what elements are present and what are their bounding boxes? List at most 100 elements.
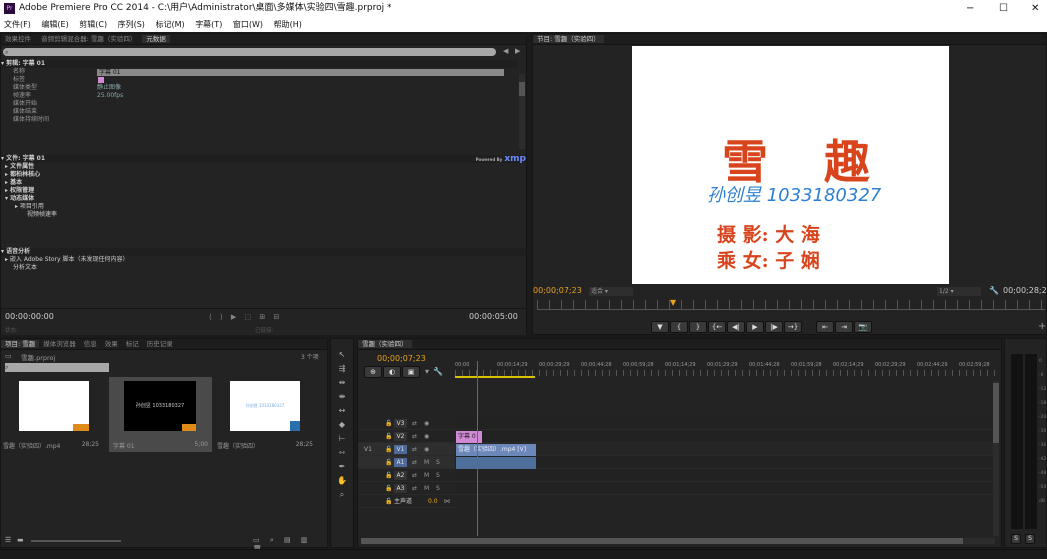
menu-file[interactable]: 文件(F) bbox=[4, 20, 31, 29]
source-controls[interactable]: ⟨ ⟩ ▶ ⬚ ⊞ ⊟ bbox=[209, 313, 282, 321]
project-tab-3[interactable]: 效果 bbox=[101, 340, 122, 348]
sync-icon[interactable]: ⇄ bbox=[412, 430, 417, 443]
add-button[interactable]: + bbox=[1038, 321, 1046, 332]
slip-tool-icon[interactable]: ⊢ bbox=[337, 433, 348, 444]
hand-tool-icon[interactable]: ✋ bbox=[337, 475, 348, 486]
minimize-button[interactable]: − bbox=[966, 0, 974, 17]
tab-metadata[interactable]: 元数据 bbox=[142, 35, 170, 43]
program-playhead[interactable]: ▼ bbox=[670, 298, 676, 307]
menu-title[interactable]: 字幕(T) bbox=[195, 20, 222, 29]
lock-icon[interactable]: 🔓 bbox=[385, 417, 392, 430]
program-timecode[interactable]: 00;00;07;23 bbox=[533, 286, 582, 295]
project-tab-1[interactable]: 媒体浏览器 bbox=[39, 340, 80, 348]
analysis-text-row[interactable]: 分析文本 bbox=[1, 264, 526, 272]
eye-icon[interactable]: ◉ bbox=[424, 443, 429, 456]
timeline-hscroll[interactable] bbox=[361, 538, 995, 544]
file-metadata-row[interactable]: ▸ 基本 bbox=[1, 179, 526, 187]
master-volume[interactable]: 0.0 bbox=[428, 495, 438, 508]
solo-button[interactable]: S bbox=[436, 456, 440, 469]
sync-icon[interactable]: ⇄ bbox=[412, 482, 417, 495]
fit-select[interactable]: 适合 ▾ bbox=[589, 287, 633, 296]
list-view-icon[interactable]: ☰ bbox=[5, 536, 11, 544]
go-in-button[interactable]: {← bbox=[708, 321, 726, 333]
mute-button[interactable]: M bbox=[424, 469, 429, 482]
rolling-edit-tool-icon[interactable]: ⇼ bbox=[337, 391, 348, 402]
lift-button[interactable]: ⇤ bbox=[816, 321, 834, 333]
metadata-scrollbar[interactable] bbox=[519, 74, 525, 149]
export-frame-button[interactable]: 📷 bbox=[854, 321, 872, 333]
eye-icon[interactable]: ◉ bbox=[424, 417, 429, 430]
sync-icon[interactable]: ⇄ bbox=[412, 417, 417, 430]
tab-effect-controls[interactable]: 效果控件 bbox=[1, 35, 35, 43]
wrench-icon[interactable]: 🔧 bbox=[989, 286, 999, 295]
sync-icon[interactable]: ⇄ bbox=[412, 469, 417, 482]
razor-tool-icon[interactable]: ◆ bbox=[337, 419, 348, 430]
ripple-edit-tool-icon[interactable]: ⇹ bbox=[337, 377, 348, 388]
tab-program[interactable]: 节目: 雪趣（实验四） bbox=[533, 35, 604, 43]
lock-icon[interactable]: 🔓 bbox=[385, 495, 392, 508]
solo-button[interactable]: S bbox=[436, 469, 440, 482]
solo-left-button[interactable]: S bbox=[1011, 534, 1021, 544]
project-tab-2[interactable]: 信息 bbox=[80, 340, 101, 348]
icon-view-icon[interactable]: ▬ bbox=[17, 536, 24, 544]
track-name[interactable]: V3 bbox=[394, 419, 407, 428]
track-lane-A2[interactable] bbox=[455, 469, 993, 482]
marker-button[interactable]: ▼ bbox=[651, 321, 669, 333]
timeline-timecode[interactable]: 00;00;07;23 bbox=[377, 354, 426, 363]
file-metadata-row[interactable]: ▸ 项目引用 bbox=[1, 203, 526, 211]
lock-icon[interactable]: 🔓 bbox=[385, 443, 392, 456]
file-metadata-row[interactable]: 视频帧速率 bbox=[1, 211, 526, 219]
lock-icon[interactable]: 🔓 bbox=[385, 469, 392, 482]
metadata-value[interactable]: 25.00fps bbox=[97, 92, 123, 100]
extract-button[interactable]: ⇥ bbox=[835, 321, 853, 333]
slide-tool-icon[interactable]: ⇿ bbox=[337, 447, 348, 458]
close-button[interactable]: ✕ bbox=[1031, 0, 1039, 17]
menu-marker[interactable]: 标记(M) bbox=[155, 20, 184, 29]
track-name[interactable]: A3 bbox=[394, 484, 407, 493]
eye-icon[interactable]: ◉ bbox=[424, 430, 429, 443]
project-item-2[interactable]: 孙创昱 1033180327 字幕 01 5;00 bbox=[109, 377, 212, 452]
tab-audio-clip-mixer[interactable]: 音频剪辑混合器: 雪趣（实验四） bbox=[37, 35, 140, 43]
add-marker-icon[interactable]: ▣ bbox=[402, 366, 420, 378]
file-section-header[interactable]: ▾ 文件: 字幕 01 Powered By xmp bbox=[1, 155, 526, 164]
project-item-1[interactable]: 雪趣（实验四）.mp4 28;25 bbox=[3, 377, 103, 452]
track-lane-A3[interactable] bbox=[455, 482, 993, 495]
clip-title-01[interactable]: 字幕 0 bbox=[456, 431, 482, 443]
menu-clip[interactable]: 剪辑(C) bbox=[79, 20, 107, 29]
lock-icon[interactable]: 🔓 bbox=[385, 482, 392, 495]
project-tab-5[interactable]: 历史记录 bbox=[143, 340, 177, 348]
rate-stretch-tool-icon[interactable]: ↔ bbox=[337, 405, 348, 416]
file-metadata-row[interactable]: ▸ 都柏林核心 bbox=[1, 171, 526, 179]
zoom-tool-icon[interactable]: ⌕ bbox=[337, 489, 348, 500]
next-arrow-icon[interactable]: ▶ bbox=[515, 47, 520, 55]
track-lane-V3[interactable] bbox=[455, 417, 993, 430]
timeline-ruler[interactable]: 00;00 00;00;14;29 00;00;29;29 00;00;44;28 00… bbox=[455, 361, 995, 377]
project-search-input[interactable]: ⌕ bbox=[5, 363, 109, 372]
project-tab-4[interactable]: 标记 bbox=[122, 340, 143, 348]
play-button[interactable]: ▶ bbox=[746, 321, 764, 333]
speech-section-header[interactable]: ▾ 语音分析 bbox=[1, 248, 526, 256]
timeline-vscroll[interactable] bbox=[993, 381, 999, 536]
file-metadata-row[interactable]: ▸ 权限管理 bbox=[1, 187, 526, 195]
clip-video-v1[interactable]: 雪趣（实验四）.mp4 [V] bbox=[456, 444, 536, 456]
menu-edit[interactable]: 编辑(E) bbox=[41, 20, 68, 29]
label-color-swatch[interactable] bbox=[98, 77, 104, 83]
program-mini-ruler[interactable] bbox=[537, 300, 1045, 310]
prev-arrow-icon[interactable]: ◀ bbox=[503, 47, 508, 55]
track-lane-V2[interactable] bbox=[455, 430, 993, 443]
mute-button[interactable]: M bbox=[424, 456, 429, 469]
file-metadata-row[interactable]: ▾ 动态媒体 bbox=[1, 195, 526, 203]
master-end-icon[interactable]: ⋈ bbox=[444, 495, 450, 508]
sync-icon[interactable]: ⇄ bbox=[412, 443, 417, 456]
selection-tool-icon[interactable]: ↖ bbox=[337, 349, 348, 360]
file-metadata-row[interactable]: ▸ 文件属性 bbox=[1, 163, 526, 171]
track-name[interactable]: A2 bbox=[394, 471, 407, 480]
in-button[interactable]: { bbox=[670, 321, 688, 333]
track-name[interactable]: V1 bbox=[394, 445, 407, 454]
timeline-playhead[interactable] bbox=[477, 361, 478, 536]
track-name[interactable]: V2 bbox=[394, 432, 407, 441]
marker-icon[interactable]: ▾ bbox=[421, 367, 433, 376]
solo-button[interactable]: S bbox=[436, 482, 440, 495]
source-patch[interactable]: V1 bbox=[364, 443, 372, 456]
metadata-value[interactable]: 静止图像 bbox=[97, 84, 121, 92]
